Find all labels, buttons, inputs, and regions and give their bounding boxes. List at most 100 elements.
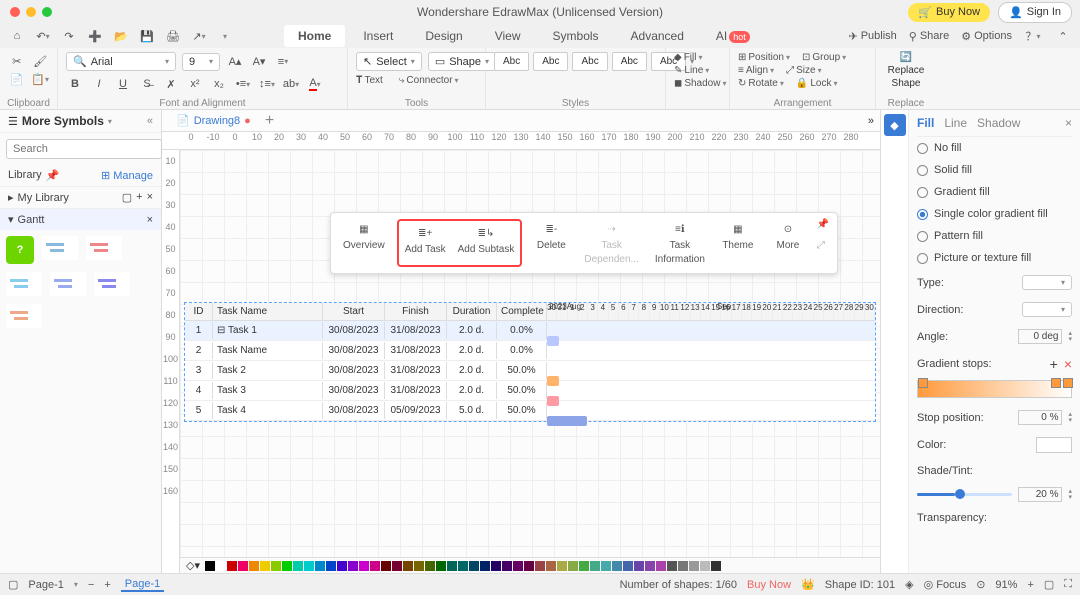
stoppos-input[interactable]: 0 % xyxy=(1018,410,1062,425)
layers-icon[interactable]: ◈ xyxy=(905,578,913,591)
mylib-close-icon[interactable]: × xyxy=(147,191,153,204)
color-swatch[interactable] xyxy=(414,561,424,571)
gantt-row[interactable]: 5Task 430/08/202305/09/20235.0 d.50.0% xyxy=(185,401,875,421)
color-swatch[interactable] xyxy=(293,561,303,571)
page-tab[interactable]: Page-1 xyxy=(121,578,164,592)
tab-home[interactable]: Home xyxy=(284,25,345,47)
overview-button[interactable]: ▦Overview xyxy=(339,219,389,267)
cell-start[interactable]: 30/08/2023 xyxy=(323,402,385,419)
line-spacing-icon[interactable]: ↕≡▾ xyxy=(258,75,276,93)
symbol-search-input[interactable] xyxy=(6,139,162,159)
color-swatch[interactable] xyxy=(524,561,534,571)
options-button[interactable]: ⚙ Options xyxy=(961,30,1012,43)
gantt-symbol-4[interactable] xyxy=(50,272,86,296)
color-swatch[interactable] xyxy=(700,561,710,571)
color-swatch[interactable] xyxy=(623,561,633,571)
cell-duration[interactable]: 5.0 d. xyxy=(447,402,497,419)
color-swatch[interactable] xyxy=(513,561,523,571)
underline-icon[interactable]: U xyxy=(114,75,132,93)
color-swatch[interactable] xyxy=(491,561,501,571)
replace-shape-button[interactable]: 🔄 Replace Shape xyxy=(884,52,928,89)
canvas[interactable]: ▦Overview ≣+Add Task ≣↳Add Subtask ≣-Del… xyxy=(180,150,880,573)
crown-icon[interactable]: 👑 xyxy=(801,578,815,591)
direction-select[interactable]: ▾ xyxy=(1022,302,1072,317)
group-menu[interactable]: ⊡ Group▾ xyxy=(802,52,846,63)
font-color-icon[interactable]: A▾ xyxy=(306,75,324,93)
sign-in-button[interactable]: 👤 Sign In xyxy=(998,2,1072,23)
export-icon[interactable]: ↗▾ xyxy=(190,27,208,45)
tab-view[interactable]: View xyxy=(481,25,535,47)
color-swatch[interactable] xyxy=(480,561,490,571)
color-swatch[interactable] xyxy=(502,561,512,571)
gantt-bar[interactable] xyxy=(547,376,559,386)
cell-complete[interactable]: 50.0% xyxy=(497,362,547,379)
gradient-bar[interactable] xyxy=(917,380,1072,398)
format-painter-icon[interactable]: 🖌 xyxy=(32,52,50,70)
text-tool[interactable]: 𝐓 Text xyxy=(356,75,383,86)
color-swatch[interactable] xyxy=(238,561,248,571)
publish-button[interactable]: ✈ Publish xyxy=(848,30,896,43)
manage-link[interactable]: ⊞ Manage xyxy=(101,169,153,182)
gantt-symbol-3[interactable] xyxy=(6,272,42,296)
fill-menu[interactable]: ◆ Fill▾ xyxy=(674,52,721,63)
expand-rightpanel-icon[interactable]: » xyxy=(868,115,880,127)
pages-icon[interactable]: ▢ xyxy=(8,578,18,591)
shade-input[interactable]: 20 % xyxy=(1018,487,1062,502)
status-buy-now[interactable]: Buy Now xyxy=(747,579,791,591)
gradient-stop-3[interactable] xyxy=(1063,378,1071,402)
hamburger-icon[interactable]: ☰ xyxy=(8,115,18,128)
bold-icon[interactable]: B xyxy=(66,75,84,93)
fit-icon[interactable]: ⊙ xyxy=(976,578,985,591)
stoppos-down-icon[interactable]: ▾ xyxy=(1068,418,1072,424)
style-preset-4[interactable]: Abc xyxy=(612,52,647,71)
strike-icon[interactable]: S̶ xyxy=(138,75,156,93)
color-swatch[interactable] xyxy=(535,561,545,571)
cell-duration[interactable]: 2.0 d. xyxy=(447,362,497,379)
cell-complete[interactable]: 0.0% xyxy=(497,342,547,359)
tab-advanced[interactable]: Advanced xyxy=(617,25,698,47)
save-icon[interactable]: 💾 xyxy=(138,27,156,45)
add-task-button[interactable]: ≣+Add Task xyxy=(401,223,450,263)
remove-stop-icon[interactable]: × xyxy=(1064,356,1072,372)
cell-finish[interactable]: 05/09/2023 xyxy=(385,402,447,419)
cell-name[interactable]: Task 2 xyxy=(213,362,323,379)
color-swatch[interactable] xyxy=(590,561,600,571)
theme-button[interactable]: ▦Theme xyxy=(717,219,759,267)
document-tab[interactable]: 📄 Drawing8 ● xyxy=(168,112,259,129)
color-swatch[interactable] xyxy=(447,561,457,571)
cell-name[interactable]: Task 3 xyxy=(213,382,323,399)
line-menu[interactable]: ✎ Line▾ xyxy=(674,65,721,76)
mylib-plus-icon[interactable]: + xyxy=(136,191,142,204)
gantt-row[interactable]: 3Task 230/08/202331/08/20232.0 d.50.0% xyxy=(185,361,875,381)
cell-start[interactable]: 30/08/2023 xyxy=(323,342,385,359)
new-doc-icon[interactable]: ➕ xyxy=(86,27,104,45)
undo-icon[interactable]: ↶▾ xyxy=(34,27,52,45)
cell-finish[interactable]: 31/08/2023 xyxy=(385,362,447,379)
cell-name[interactable]: Task 4 xyxy=(213,402,323,419)
help-badge-icon[interactable]: ? xyxy=(6,236,34,264)
tab-symbols[interactable]: Symbols xyxy=(539,25,613,47)
expand-gantt-icon[interactable]: ▾ xyxy=(8,213,14,226)
color-swatch[interactable] xyxy=(337,561,347,571)
highlight-icon[interactable]: ab▾ xyxy=(282,75,300,93)
gantt-row[interactable]: 1⊟ Task 130/08/202331/08/20232.0 d.0.0% xyxy=(185,321,875,341)
redo-icon[interactable]: ↷ xyxy=(60,27,78,45)
print-icon[interactable]: 🖨 xyxy=(164,27,182,45)
cell-complete[interactable]: 50.0% xyxy=(497,402,547,419)
superscript-icon[interactable]: x² xyxy=(186,75,204,93)
add-subtask-button[interactable]: ≣↳Add Subtask xyxy=(454,223,519,263)
color-swatch[interactable] xyxy=(601,561,611,571)
cell-complete[interactable]: 50.0% xyxy=(497,382,547,399)
gradient-stop-1[interactable] xyxy=(918,378,926,402)
color-swatch[interactable] xyxy=(326,561,336,571)
font-size-select[interactable]: 9▾ xyxy=(182,53,220,71)
color-swatch[interactable] xyxy=(678,561,688,571)
cell-duration[interactable]: 2.0 d. xyxy=(447,322,497,339)
color-swatch[interactable] xyxy=(271,561,281,571)
cell-name[interactable]: ⊟ Task 1 xyxy=(213,322,323,339)
color-swatch[interactable] xyxy=(348,561,358,571)
gantt-chart[interactable]: ID Task Name Start Finish Duration Compl… xyxy=(184,302,876,422)
qat-more-icon[interactable]: ▾ xyxy=(216,27,234,45)
gantt-bar[interactable] xyxy=(547,396,559,406)
size-menu[interactable]: ⤢ Size▾ xyxy=(786,65,821,76)
